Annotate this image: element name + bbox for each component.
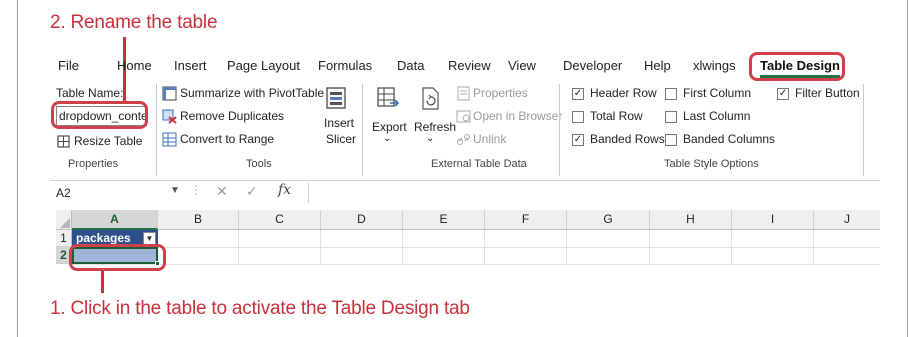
external-group-label: External Table Data bbox=[431, 158, 527, 170]
gridline bbox=[649, 230, 650, 265]
refresh-dropdown-icon: ⌄ bbox=[426, 133, 435, 144]
tab-insert[interactable]: Insert bbox=[174, 58, 207, 73]
tab-view[interactable]: View bbox=[508, 58, 536, 73]
table-header-text: packages bbox=[76, 231, 131, 245]
total-row-checkbox[interactable] bbox=[572, 111, 584, 123]
remove-duplicates-label: Remove Duplicates bbox=[180, 109, 285, 123]
insert-slicer-label-1: Insert bbox=[324, 116, 355, 130]
rename-callout-text: 2. Rename the table bbox=[50, 12, 218, 33]
select-all-corner[interactable] bbox=[56, 210, 72, 230]
column-header-a[interactable]: A bbox=[72, 210, 158, 230]
style-options-group-label: Table Style Options bbox=[664, 158, 759, 170]
gridline bbox=[72, 264, 880, 265]
gridline bbox=[484, 230, 485, 265]
export-label: Export bbox=[372, 120, 407, 134]
select-all-triangle-icon bbox=[60, 218, 70, 228]
properties-group-label: Properties bbox=[68, 158, 119, 170]
gridline bbox=[813, 230, 814, 265]
open-in-browser-label: Open in Browser bbox=[473, 109, 563, 123]
formula-bar: A2 ▼ ⋮ ✕ ✓ fx bbox=[50, 180, 880, 204]
column-header-d[interactable]: D bbox=[321, 210, 403, 230]
gridline bbox=[320, 230, 321, 265]
ribbon: Table Name: dropdown_conte Resize Table … bbox=[50, 80, 880, 178]
gridline bbox=[566, 230, 567, 265]
tab-review[interactable]: Review bbox=[448, 58, 491, 73]
name-box[interactable]: A2 ▼ bbox=[56, 185, 180, 203]
tab-data[interactable]: Data bbox=[397, 58, 424, 73]
banded-rows-label: Banded Rows bbox=[590, 132, 665, 146]
column-header-g[interactable]: G bbox=[567, 210, 650, 230]
column-header-b[interactable]: B bbox=[158, 210, 239, 230]
first-column-checkbox[interactable] bbox=[665, 88, 677, 100]
column-header-h[interactable]: H bbox=[650, 210, 732, 230]
header-row-checkbox[interactable]: ✓ bbox=[572, 88, 584, 100]
tools-group-label: Tools bbox=[246, 158, 272, 170]
cancel-icon[interactable]: ✕ bbox=[216, 183, 228, 200]
gridline bbox=[402, 230, 403, 265]
formula-bar-grip-icon: ⋮ bbox=[190, 183, 202, 197]
column-header-e[interactable]: E bbox=[403, 210, 485, 230]
properties-icon bbox=[457, 86, 470, 101]
enter-icon[interactable]: ✓ bbox=[246, 183, 258, 200]
total-row-label: Total Row bbox=[590, 109, 643, 123]
refresh-icon bbox=[422, 87, 439, 110]
spreadsheet-grid: A B C D E F G H I J 1 2 packages ▼ bbox=[50, 205, 880, 275]
open-in-browser-icon bbox=[456, 110, 471, 123]
export-dropdown-icon: ⌄ bbox=[383, 133, 392, 144]
column-header-c[interactable]: C bbox=[239, 210, 321, 230]
insert-slicer-label-2: Slicer bbox=[326, 132, 357, 146]
resize-table-icon bbox=[57, 135, 70, 148]
table-name-label: Table Name: bbox=[56, 86, 124, 100]
resize-table-label: Resize Table bbox=[74, 134, 143, 148]
tab-developer[interactable]: Developer bbox=[563, 58, 622, 73]
row-header-1[interactable]: 1 bbox=[56, 230, 72, 247]
formula-bar-divider bbox=[308, 183, 309, 203]
banded-rows-checkbox[interactable]: ✓ bbox=[572, 134, 584, 146]
export-icon bbox=[377, 87, 400, 107]
banded-columns-label: Banded Columns bbox=[683, 132, 776, 146]
column-header-j[interactable]: J bbox=[814, 210, 880, 230]
table-design-highlight bbox=[749, 52, 845, 81]
filter-button-checkbox[interactable]: ✓ bbox=[777, 88, 789, 100]
table-name-highlight bbox=[51, 101, 148, 129]
column-header-i[interactable]: I bbox=[732, 210, 814, 230]
banded-columns-checkbox[interactable] bbox=[665, 134, 677, 146]
first-column-label: First Column bbox=[683, 86, 752, 100]
tab-xlwings[interactable]: xlwings bbox=[693, 58, 736, 73]
tab-home[interactable]: Home bbox=[117, 58, 152, 73]
unlink-label: Unlink bbox=[473, 132, 507, 146]
insert-function-icon[interactable]: fx bbox=[278, 182, 291, 198]
unlink-icon bbox=[457, 134, 470, 145]
header-row-label: Header Row bbox=[590, 86, 657, 100]
gridline bbox=[72, 247, 880, 248]
formula-input[interactable] bbox=[312, 183, 872, 203]
name-box-value: A2 bbox=[56, 186, 71, 200]
group-separator bbox=[559, 84, 560, 176]
tab-formulas[interactable]: Formulas bbox=[318, 58, 372, 73]
group-separator bbox=[863, 84, 864, 176]
gridline bbox=[238, 230, 239, 265]
last-column-label: Last Column bbox=[683, 109, 751, 123]
tab-help[interactable]: Help bbox=[644, 58, 671, 73]
tab-file[interactable]: File bbox=[58, 58, 79, 73]
refresh-label: Refresh bbox=[414, 120, 457, 134]
column-header-f[interactable]: F bbox=[485, 210, 567, 230]
activate-callout-line bbox=[101, 271, 104, 293]
convert-to-range-label: Convert to Range bbox=[180, 132, 275, 146]
convert-to-range-icon bbox=[162, 132, 177, 147]
group-separator bbox=[362, 84, 363, 176]
slicer-icon bbox=[326, 87, 346, 109]
last-column-checkbox[interactable] bbox=[665, 111, 677, 123]
activate-callout-text: 1. Click in the table to activate the Ta… bbox=[50, 298, 470, 319]
summarize-pivot-label: Summarize with PivotTable bbox=[180, 86, 325, 100]
gridline bbox=[731, 230, 732, 265]
pivot-table-icon bbox=[162, 86, 177, 101]
properties-label: Properties bbox=[473, 86, 528, 100]
group-separator bbox=[156, 84, 157, 176]
name-box-dropdown-icon[interactable]: ▼ bbox=[170, 185, 180, 196]
remove-duplicates-icon bbox=[162, 109, 177, 124]
filter-button-label: Filter Button bbox=[795, 86, 860, 100]
tab-page-layout[interactable]: Page Layout bbox=[227, 58, 300, 73]
table-cell-highlight bbox=[69, 244, 166, 271]
